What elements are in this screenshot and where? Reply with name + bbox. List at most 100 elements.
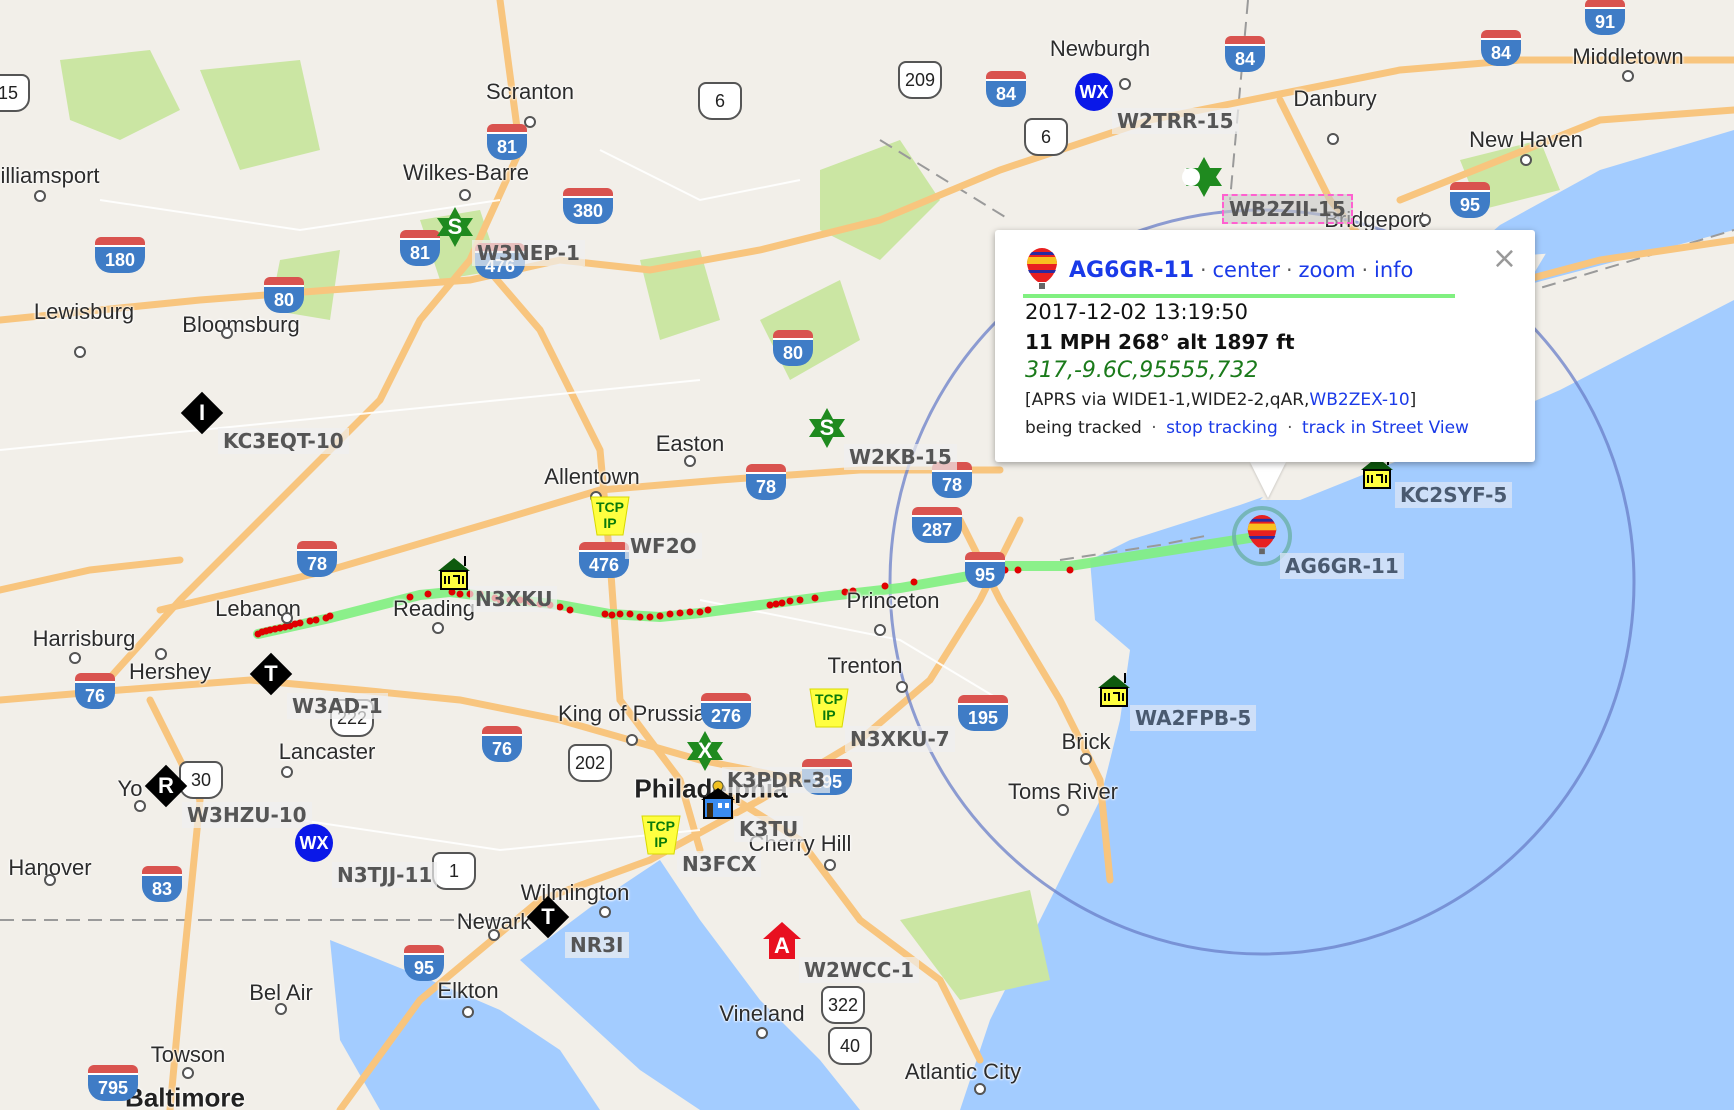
station-callsign-label[interactable]: K3PDR-3 — [722, 767, 831, 793]
black-diamond-icon[interactable]: T — [526, 895, 570, 939]
info-link[interactable]: info — [1374, 258, 1413, 282]
track-point[interactable] — [626, 610, 634, 618]
station-callsign-label[interactable]: W2KB-15 — [844, 444, 957, 470]
station-callsign-label[interactable]: KC2SYF-5 — [1395, 482, 1513, 508]
track-point[interactable] — [556, 603, 564, 611]
interstate-number: 84 — [1481, 38, 1521, 66]
station-callsign-label[interactable]: N3XKU-7 — [845, 726, 955, 752]
track-point[interactable] — [1014, 566, 1022, 574]
station-callsign-label[interactable]: WB2ZII-15 — [1222, 194, 1353, 224]
station-callsign-label[interactable]: W2TRR-15 — [1112, 108, 1239, 134]
interstate-shield: 78 — [746, 464, 786, 500]
interstate-shield: 80 — [264, 277, 304, 313]
track-point[interactable] — [796, 596, 804, 604]
track-point[interactable] — [566, 606, 574, 614]
city-label: illiamsport — [0, 163, 100, 188]
track-point[interactable] — [656, 612, 664, 620]
city-label: Scranton — [485, 79, 575, 104]
city-marker — [1327, 133, 1339, 145]
track-point[interactable] — [326, 612, 334, 620]
city-marker — [1520, 154, 1532, 166]
track-point[interactable] — [786, 597, 794, 605]
station-callsign-label[interactable]: AG6GR-11 — [1280, 553, 1404, 579]
track-point[interactable] — [616, 610, 624, 618]
interstate-number: 80 — [773, 338, 813, 366]
track-point[interactable] — [686, 608, 694, 616]
station-callsign-label[interactable]: W3AD-1 — [287, 693, 388, 719]
close-icon[interactable]: × — [1492, 244, 1517, 274]
interstate-number: 76 — [482, 734, 522, 762]
us-route-shield: 6 — [1024, 118, 1068, 156]
green-star-icon[interactable]: D — [1182, 155, 1226, 199]
green-star-icon[interactable]: X — [683, 729, 727, 773]
track-point[interactable] — [306, 617, 314, 625]
track-point[interactable] — [646, 613, 654, 621]
station-callsign-label[interactable]: NR3I — [565, 932, 629, 958]
track-point[interactable] — [696, 608, 704, 616]
us-route-shield: 15 — [0, 74, 30, 112]
station-callsign-label[interactable]: N3FCX — [677, 851, 762, 877]
interstate-number: 81 — [487, 132, 527, 160]
black-diamond-icon[interactable]: T — [249, 652, 293, 696]
city-marker — [275, 1003, 287, 1015]
green-star-icon[interactable]: S — [805, 406, 849, 450]
station-callsign-label[interactable]: W3NEP-1 — [472, 240, 585, 266]
city-marker — [1080, 753, 1092, 765]
track-point[interactable] — [910, 578, 918, 586]
city-label: Easton — [655, 431, 725, 456]
balloon-icon[interactable] — [1245, 515, 1279, 557]
weather-station-icon[interactable]: WX — [1075, 73, 1113, 111]
station-callsign-label[interactable]: KC3EQT-10 — [218, 428, 349, 454]
track-point[interactable] — [1066, 566, 1074, 574]
stop-tracking-link[interactable]: stop tracking — [1166, 418, 1278, 438]
city-label: Lewisburg — [33, 299, 135, 324]
school-icon[interactable] — [699, 780, 737, 820]
zoom-link[interactable]: zoom — [1298, 258, 1355, 282]
track-point[interactable] — [601, 610, 609, 618]
center-link[interactable]: center — [1213, 258, 1281, 282]
us-route-shield: 40 — [828, 1027, 872, 1065]
track-point[interactable] — [811, 594, 819, 602]
track-point[interactable] — [312, 616, 320, 624]
interstate-number: 287 — [912, 515, 962, 543]
city-label: Harrisburg — [32, 626, 136, 651]
city-label: Towson — [150, 1042, 226, 1067]
city-marker — [182, 1067, 194, 1079]
track-point[interactable] — [608, 611, 616, 619]
station-callsign-label[interactable]: W2WCC-1 — [799, 957, 920, 983]
red-arrow-icon[interactable]: A — [762, 921, 802, 961]
interstate-shield: 83 — [142, 866, 182, 902]
city-label: Bloomsburg — [182, 312, 300, 337]
house-icon[interactable] — [1095, 673, 1133, 709]
track-point[interactable] — [704, 606, 712, 614]
station-callsign-label[interactable]: N3XKU — [470, 586, 558, 612]
track-point[interactable] — [676, 609, 684, 617]
map-canvas[interactable]: Scranton Wilkes-Barre illiamsport Lewisburg… — [0, 0, 1734, 1110]
station-callsign-label[interactable]: K3TU — [734, 816, 804, 842]
popup-callsign-link[interactable]: AG6GR-11 — [1069, 258, 1194, 283]
station-callsign-label[interactable]: N3TJJ-11 — [332, 862, 438, 888]
station-callsign-label[interactable]: W3HZU-10 — [182, 802, 312, 828]
tracking-status: being tracked — [1025, 418, 1142, 438]
interstate-number: 78 — [297, 549, 337, 577]
track-point[interactable] — [666, 610, 674, 618]
tcpip-gateway-icon[interactable]: TCP IP — [590, 496, 630, 536]
interstate-number: 476 — [579, 550, 629, 578]
tcpip-gateway-icon[interactable]: TCP IP — [641, 815, 681, 855]
street-view-link[interactable]: track in Street View — [1302, 418, 1469, 438]
house-icon[interactable] — [435, 556, 473, 592]
city-label: Wilkes-Barre — [403, 160, 529, 185]
popup-header: AG6GR-11 · center · zoom · info — [1025, 248, 1413, 292]
weather-station-icon[interactable]: WX — [295, 824, 333, 862]
green-star-icon[interactable]: S — [433, 205, 477, 249]
city-label: Middletown — [1572, 44, 1684, 69]
track-point[interactable] — [772, 600, 780, 608]
track-point[interactable] — [766, 601, 774, 609]
popup-divider — [1023, 294, 1455, 298]
track-point[interactable] — [778, 599, 786, 607]
track-point[interactable] — [636, 613, 644, 621]
tcpip-gateway-icon[interactable]: TCP IP — [809, 688, 849, 728]
igate-link[interactable]: WB2ZEX-10 — [1309, 390, 1409, 410]
station-callsign-label[interactable]: WF2O — [625, 533, 702, 559]
station-callsign-label[interactable]: WA2FPB-5 — [1130, 705, 1257, 731]
